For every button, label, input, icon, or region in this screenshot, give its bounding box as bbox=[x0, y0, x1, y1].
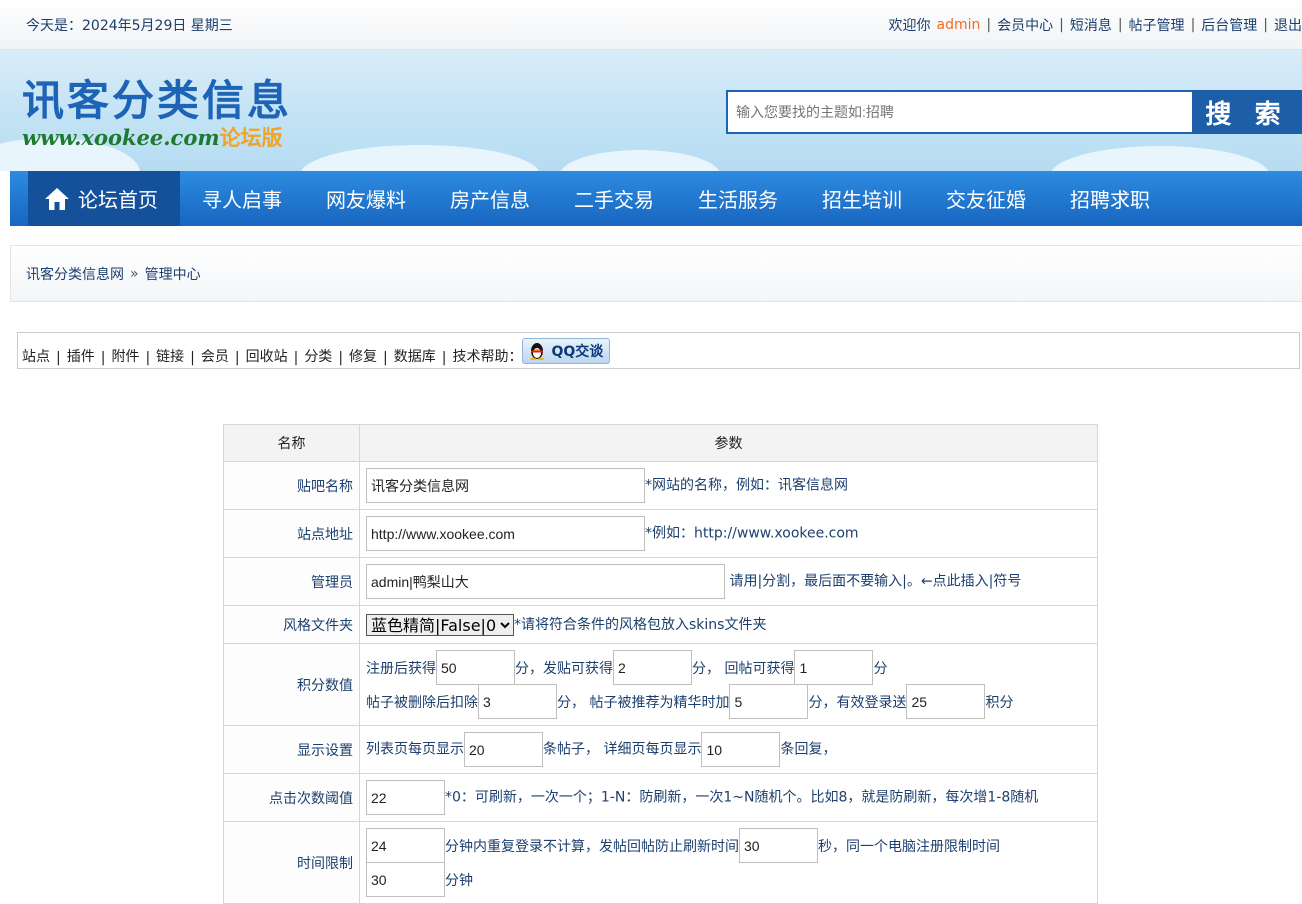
col-param-header: 参数 bbox=[359, 424, 1098, 462]
nav-missing-persons[interactable]: 寻人启事 bbox=[180, 171, 304, 226]
click-threshold-input[interactable] bbox=[366, 780, 445, 815]
qq-chat-button[interactable]: QQ交谈 bbox=[522, 338, 611, 364]
search-input[interactable] bbox=[726, 90, 1192, 134]
site-logo[interactable]: 讯客分类信息 www.xookee.com论坛版 bbox=[22, 76, 292, 150]
list-per-page-input[interactable] bbox=[464, 732, 543, 767]
row-admins: 管理员 请用|分割，最后面不要输入|。←点此插入|符号 bbox=[223, 557, 1098, 606]
site-name-hint: *网站的名称，例如：讯客信息网 bbox=[645, 477, 848, 494]
post-points-input[interactable] bbox=[613, 650, 692, 685]
messages-link[interactable]: 短消息 bbox=[1070, 15, 1112, 35]
featured-bonus-input[interactable] bbox=[729, 684, 809, 719]
nav-second-hand[interactable]: 二手交易 bbox=[552, 171, 676, 226]
post-interval-input[interactable] bbox=[739, 828, 818, 863]
admin-menu-recycle[interactable]: 回收站 bbox=[246, 346, 288, 368]
table-header: 名称 参数 bbox=[223, 424, 1098, 462]
row-click-threshold: 点击次数阈值 *0：可刷新，一次一个；1-N：防刷新，一次1~N随机个。比如8，… bbox=[223, 773, 1098, 822]
logout-link[interactable]: 退出 bbox=[1274, 15, 1302, 35]
username-link[interactable]: admin bbox=[937, 17, 981, 33]
admin-link[interactable]: 后台管理 bbox=[1201, 15, 1257, 35]
points-label: 积分数值 bbox=[223, 643, 360, 726]
nav-news-tips[interactable]: 网友爆料 bbox=[304, 171, 428, 226]
admin-menu-database[interactable]: 数据库 bbox=[394, 346, 436, 368]
click-threshold-label: 点击次数阈值 bbox=[223, 773, 360, 822]
admins-hint[interactable]: 请用|分割，最后面不要输入|。←点此插入|符号 bbox=[729, 574, 1021, 590]
admin-menu-repair[interactable]: 修复 bbox=[349, 346, 377, 368]
nav-life-services[interactable]: 生活服务 bbox=[676, 171, 800, 226]
nav-home-label: 论坛首页 bbox=[78, 188, 158, 212]
login-bonus-input[interactable] bbox=[906, 684, 986, 719]
date-text: 今天是：2024年5月29日 星期三 bbox=[26, 17, 233, 34]
site-name-input[interactable] bbox=[366, 468, 645, 503]
nav-real-estate[interactable]: 房产信息 bbox=[428, 171, 552, 226]
row-time-limit: 时间限制 分钟内重复登录不计算，发帖回帖防止刷新时间秒，同一个电脑注册限制时间 … bbox=[223, 821, 1098, 904]
breadcrumb: 讯客分类信息网 » 管理中心 bbox=[10, 245, 1302, 302]
user-links: 欢迎你 admin | 会员中心 | 短消息 | 帖子管理 | 后台管理 | 退… bbox=[888, 15, 1302, 35]
row-skin: 风格文件夹 蓝色精简|False|0 *请将符合条件的风格包放入skins文件夹 bbox=[223, 605, 1098, 644]
row-site-name: 贴吧名称 *网站的名称，例如：讯客信息网 bbox=[223, 461, 1098, 510]
nav-education[interactable]: 招生培训 bbox=[800, 171, 924, 226]
reply-points-input[interactable] bbox=[794, 650, 874, 685]
site-url-label: 站点地址 bbox=[223, 509, 360, 558]
row-points: 积分数值 注册后获得分，发贴可获得分， 回帖可获得分 帖子被删除后扣除分， 帖子… bbox=[223, 643, 1098, 726]
admin-menu-site[interactable]: 站点 bbox=[22, 346, 50, 368]
logo-chinese: 讯客分类信息 bbox=[22, 76, 293, 125]
logo-domain: www.xookee.com bbox=[22, 125, 220, 150]
detail-per-page-input[interactable] bbox=[701, 732, 781, 767]
admins-input[interactable] bbox=[366, 564, 725, 599]
site-header: 讯客分类信息 www.xookee.com论坛版 搜 索 bbox=[0, 50, 1302, 171]
welcome-text: 欢迎你 bbox=[888, 17, 931, 34]
admin-menu-plugins[interactable]: 插件 bbox=[67, 346, 95, 368]
nav-jobs[interactable]: 招聘求职 bbox=[1048, 171, 1172, 226]
click-threshold-hint: *0：可刷新，一次一个；1-N：防刷新，一次1~N随机个。比如8，就是防刷新，每… bbox=[445, 789, 1039, 806]
display-label: 显示设置 bbox=[223, 725, 360, 774]
skin-label: 风格文件夹 bbox=[223, 605, 360, 644]
admin-menu-links[interactable]: 链接 bbox=[156, 346, 184, 368]
breadcrumb-separator: » bbox=[130, 265, 139, 282]
site-url-input[interactable] bbox=[366, 516, 645, 551]
skin-select[interactable]: 蓝色精简|False|0 bbox=[366, 613, 514, 636]
breadcrumb-home[interactable]: 讯客分类信息网 bbox=[26, 264, 124, 284]
top-bar: 今天是：2024年5月29日 星期三 欢迎你 admin | 会员中心 | 短消… bbox=[0, 0, 1302, 50]
home-icon bbox=[45, 187, 69, 210]
admin-menu-help-label: 技术帮助： bbox=[452, 349, 523, 365]
register-interval-input[interactable] bbox=[366, 862, 445, 897]
delete-penalty-input[interactable] bbox=[478, 684, 557, 719]
relogin-minutes-input[interactable] bbox=[366, 828, 445, 863]
row-site-url: 站点地址 *例如：http://www.xookee.com bbox=[223, 509, 1098, 558]
nav-dating[interactable]: 交友征婚 bbox=[924, 171, 1048, 226]
admin-menu-attachments[interactable]: 附件 bbox=[111, 346, 139, 368]
search-button[interactable]: 搜 索 bbox=[1192, 90, 1302, 134]
qq-chat-label: QQ交谈 bbox=[551, 344, 604, 360]
col-name-header: 名称 bbox=[223, 424, 360, 462]
settings-table: 名称 参数 贴吧名称 *网站的名称，例如：讯客信息网 站点地址 *例如：http… bbox=[223, 424, 1098, 904]
row-display: 显示设置 列表页每页显示条帖子， 详细页每页显示条回复， bbox=[223, 725, 1098, 774]
post-manage-link[interactable]: 帖子管理 bbox=[1129, 15, 1185, 35]
member-center-link[interactable]: 会员中心 bbox=[997, 15, 1053, 35]
main-nav: 论坛首页 寻人启事 网友爆料 房产信息 二手交易 生活服务 招生培训 交友征婚 … bbox=[10, 171, 1302, 226]
time-limit-label: 时间限制 bbox=[223, 821, 360, 904]
breadcrumb-current[interactable]: 管理中心 bbox=[145, 264, 201, 284]
admin-menu-categories[interactable]: 分类 bbox=[304, 346, 332, 368]
admin-menu: 站点 | 插件 | 附件 | 链接 | 会员 | 回收站 | 分类 | 修复 | 数据库 | 技术… bbox=[17, 332, 1300, 369]
site-url-hint: *例如：http://www.xookee.com bbox=[645, 525, 859, 542]
qq-penguin-icon bbox=[530, 343, 545, 360]
admins-label: 管理员 bbox=[223, 557, 360, 606]
nav-home[interactable]: 论坛首页 bbox=[28, 171, 180, 226]
admin-menu-members[interactable]: 会员 bbox=[201, 346, 229, 368]
logo-version: 论坛版 bbox=[219, 126, 283, 150]
skin-hint: *请将符合条件的风格包放入skins文件夹 bbox=[514, 616, 767, 633]
site-name-label: 贴吧名称 bbox=[223, 461, 360, 510]
search-bar: 搜 索 bbox=[726, 90, 1302, 134]
register-points-input[interactable] bbox=[436, 650, 515, 685]
